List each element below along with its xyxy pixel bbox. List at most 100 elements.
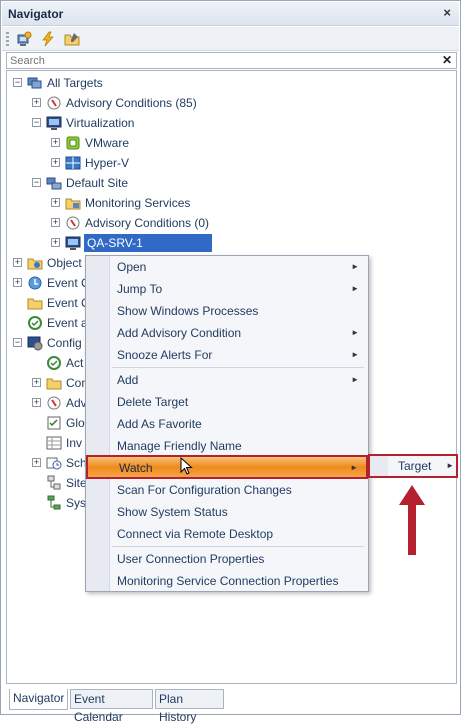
annotation-arrow-icon (399, 485, 425, 555)
menu-gutter (370, 456, 388, 476)
menu-item-snooze-alerts-for[interactable]: Snooze Alerts For ► (111, 344, 367, 366)
tree-node-event-c1[interactable]: + Event C (11, 274, 91, 292)
expand-icon[interactable]: + (13, 278, 22, 287)
tab-navigator[interactable]: Navigator (9, 689, 68, 710)
submenu-arrow-icon: ► (351, 328, 359, 337)
tree-node-sch[interactable]: + Sch (30, 454, 90, 472)
tree-node-config[interactable]: − Config (11, 334, 91, 352)
grid-icon (46, 436, 62, 450)
toolbar-grip-icon[interactable] (6, 32, 9, 46)
expand-icon[interactable]: + (32, 98, 41, 107)
tree-node-vmware[interactable]: + VMware (49, 134, 249, 152)
close-icon[interactable]: × (443, 5, 451, 20)
tree-node-virtualization[interactable]: − Virtualization (30, 114, 230, 132)
monitor-icon (46, 116, 62, 130)
expand-icon[interactable]: + (51, 138, 60, 147)
watch-submenu: Target ► (368, 454, 458, 478)
navigator-panel: Navigator × ✕ − All Targets (0, 0, 461, 724)
tree-node-objects[interactable]: + Object (11, 254, 91, 272)
tree-node-act[interactable]: Act (30, 354, 90, 372)
collapse-icon[interactable]: − (32, 178, 41, 187)
expand-icon[interactable]: + (32, 378, 41, 387)
collapse-icon[interactable]: − (13, 78, 22, 87)
menu-separator (112, 546, 364, 547)
menu-item-watch[interactable]: Watch ► (86, 455, 368, 479)
menu-item-add-advisory-condition[interactable]: Add Advisory Condition ► (111, 322, 367, 344)
menu-item-label: User Connection Properties (117, 552, 265, 566)
action-icon (47, 356, 61, 370)
collapse-icon[interactable]: − (32, 118, 41, 127)
tree-node-glo[interactable]: Glo (30, 414, 90, 432)
menu-item-label: Snooze Alerts For (117, 348, 213, 362)
bottom-tabs: Navigator Event Calendar Plan History (6, 689, 457, 724)
tree-label: Act (66, 356, 84, 370)
collapse-icon[interactable]: − (13, 338, 22, 347)
tree-label: Advisory Conditions (0) (85, 216, 210, 230)
tree-node-site-advisory-conditions[interactable]: + Advisory Conditions (0) (49, 214, 249, 232)
tree-node-monitoring-services[interactable]: + Monitoring Services (49, 194, 249, 212)
tree-node-sys[interactable]: Sys (30, 494, 90, 512)
menu-item-monitoring-service-connection-properties[interactable]: Monitoring Service Connection Properties (111, 570, 367, 592)
tree-node-hyperv[interactable]: + Hyper-V (49, 154, 249, 172)
menu-item-delete-target[interactable]: Delete Target (111, 391, 367, 413)
menu-item-show-system-status[interactable]: Show System Status (111, 501, 367, 523)
menu-item-label: Scan For Configuration Changes (117, 483, 292, 497)
search-box: ✕ (6, 52, 457, 69)
tree-label: Advisory Conditions (85) (66, 96, 197, 110)
tab-plan-history[interactable]: Plan History (155, 689, 224, 724)
expand-icon[interactable]: + (51, 158, 60, 167)
folder-icon (46, 378, 62, 390)
tree-node-adv[interactable]: + Adv (30, 394, 90, 412)
tree-label: Virtualization (66, 116, 135, 130)
hyperv-icon (65, 156, 81, 170)
menu-item-add[interactable]: Add ► (111, 369, 367, 391)
menu-item-label: Watch (119, 461, 153, 475)
menu-item-open[interactable]: Open ► (111, 256, 367, 278)
tab-event-calendar[interactable]: Event Calendar (70, 689, 153, 724)
tree-node-default-site[interactable]: − Default Site (30, 174, 230, 192)
tree-node-qa-srv-1[interactable]: + QA-SRV-1 (49, 234, 219, 252)
search-input[interactable] (7, 53, 427, 69)
menu-item-add-as-favorite[interactable]: Add As Favorite (111, 413, 367, 435)
lightning-icon[interactable] (40, 31, 56, 47)
tree-label: Site (66, 476, 87, 490)
menu-item-label: Add Advisory Condition (117, 326, 242, 340)
menu-item-label: Jump To (117, 282, 163, 296)
menu-item-label: Show System Status (117, 505, 228, 519)
menu-item-target[interactable]: Target ► (392, 456, 456, 476)
menu-item-scan-configuration-changes[interactable]: Scan For Configuration Changes (111, 479, 367, 501)
expand-icon[interactable]: + (32, 398, 41, 407)
tree-node-con[interactable]: + Con (30, 374, 90, 392)
expand-icon[interactable]: + (32, 458, 41, 467)
add-targets-icon[interactable] (16, 31, 32, 47)
tree-label: Object (47, 256, 82, 270)
expand-icon[interactable]: + (51, 218, 60, 227)
tree-node-advisory-conditions[interactable]: + Advisory Conditions (85) (30, 94, 230, 112)
menu-item-user-connection-properties[interactable]: User Connection Properties (111, 548, 367, 570)
checklist-icon (47, 416, 61, 430)
schedule-icon (46, 457, 62, 470)
mouse-cursor-icon (180, 457, 193, 475)
tree-node-inv[interactable]: Inv (30, 434, 90, 452)
tree-label-selected: QA-SRV-1 (84, 234, 212, 252)
tree-node-site[interactable]: Site (30, 474, 90, 492)
menu-item-show-windows-processes[interactable]: Show Windows Processes (111, 300, 367, 322)
clear-search-icon[interactable]: ✕ (442, 53, 452, 67)
menu-item-manage-friendly-name[interactable]: Manage Friendly Name (111, 435, 367, 457)
event-icon (28, 276, 42, 290)
menu-item-connect-remote-desktop[interactable]: Connect via Remote Desktop (111, 523, 367, 545)
tree-node-event-c2[interactable]: Event C (11, 294, 91, 312)
tree-label: Config (47, 336, 82, 350)
panel-title: Navigator (8, 7, 64, 21)
advisory-icon (47, 96, 61, 110)
expand-icon[interactable]: + (51, 198, 60, 207)
menu-item-label: Add As Favorite (117, 417, 202, 431)
tree-node-event-a[interactable]: Event a (11, 314, 91, 332)
tree-label: Event C (47, 276, 90, 290)
expand-icon[interactable]: + (13, 258, 22, 267)
submenu-arrow-icon: ► (350, 463, 358, 472)
expand-icon[interactable]: + (51, 238, 60, 247)
tree-node-all-targets[interactable]: − All Targets (11, 74, 211, 92)
menu-item-jump-to[interactable]: Jump To ► (111, 278, 367, 300)
folder-edit-icon[interactable] (64, 31, 80, 47)
